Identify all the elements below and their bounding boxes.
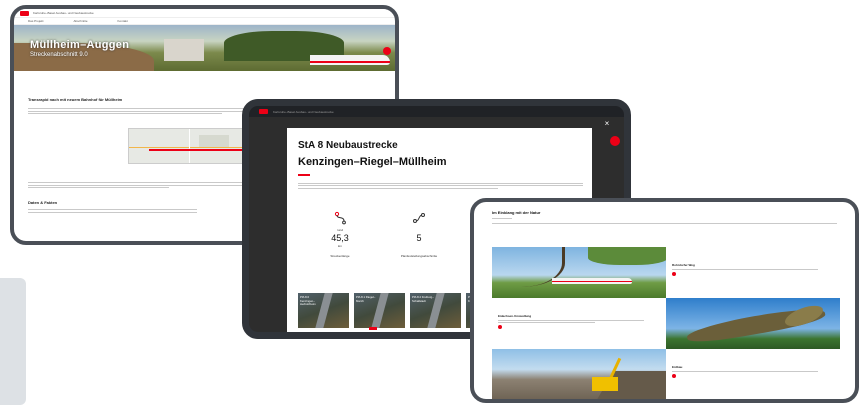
footer-logo [369,327,377,330]
section-tile[interactable]: PfA 8.1 Riegel–March [354,293,405,328]
section-header: Im Einklang mit der Natur [474,202,855,224]
accent-divider [298,174,310,176]
stat-label: Planfeststellungsabschnitte [400,254,438,258]
hero-banner: Müllheim–Auggen Streckenabschnitt 9.0 [14,25,395,71]
modal-subheading: Kenzingen–Riegel–Müllheim [298,156,447,168]
nature-grid: Rohrdorfer Weg Eidechsen-Umsiedlung Erdb… [492,247,840,399]
side-tab[interactable] [0,278,26,405]
site-title: Karlsruhe–Basel Ausbau- und Neubaustreck… [273,109,334,114]
list-item[interactable]: Erdbau [666,349,840,399]
close-icon[interactable]: × [602,118,612,128]
stat-value: 45,3 [331,233,349,243]
menu-button[interactable] [383,47,391,55]
section-heading: Im Einklang mit der Natur [492,210,541,215]
more-button[interactable] [498,325,502,329]
modal-header: Karlsruhe–Basel Ausbau- und Neubaustreck… [249,106,624,117]
map-pin-route-icon [412,211,426,225]
stat-sections: 5 Planfeststellungsabschnitte [389,211,449,258]
site-header: Karlsruhe–Basel Ausbau- und Neubaustreck… [14,9,395,18]
item-title: Eidechsen-Umsiedlung [498,314,532,318]
modal-description [298,181,583,190]
stat-value: 5 [416,233,422,243]
more-button[interactable] [672,373,676,378]
menu-button[interactable] [610,136,620,146]
stat-label: Streckenlänge [330,254,350,258]
db-logo[interactable] [259,109,268,114]
tile-label: PfA 8.0 Kenzingen–Herbolzheim [300,295,316,306]
tablet-mockup-nature: Im Einklang mit der Natur Rohrdorfer Weg… [470,198,859,403]
main-nav: Das Projekt Abschnitte Kontakt [14,18,395,25]
nav-item-abschnitte[interactable]: Abschnitte [74,19,88,23]
nav-item-kontakt[interactable]: Kontakt [118,19,128,23]
route-icon [333,211,347,225]
section-tile[interactable]: PfA 8.2 Freiburg–Schallstadt [410,293,461,328]
item-title: Rohrdorfer Weg [672,263,695,267]
site-title: Karlsruhe–Basel Ausbau- und Neubaustreck… [33,11,94,15]
list-item[interactable]: Eidechsen-Umsiedlung [492,298,666,349]
nav-item-projekt[interactable]: Das Projekt [28,19,44,23]
excavator-image [492,349,666,399]
modal-footer [369,327,377,330]
tree-train-image [492,247,666,298]
hero-title: Müllheim–Auggen [30,39,130,51]
item-title: Erdbau [672,365,683,369]
lizard-image [666,298,840,349]
stat-length: rund 45,3 km Streckenlänge [310,211,370,258]
hero-subtitle: Streckenabschnitt 9.0 [30,52,88,58]
list-item[interactable]: Rohrdorfer Weg [666,247,840,298]
db-logo[interactable] [20,10,29,16]
stat-unit: km [338,244,342,248]
more-button[interactable] [672,271,676,276]
section-tile[interactable]: PfA 8.0 Kenzingen–Herbolzheim [298,293,349,328]
modal-heading: StA 8 Neubaustrecke [298,140,398,151]
tile-label: PfA 8.1 Riegel–March [356,295,376,303]
stat-unit [389,244,449,249]
tile-label: PfA 8.2 Freiburg–Schallstadt [412,295,434,303]
